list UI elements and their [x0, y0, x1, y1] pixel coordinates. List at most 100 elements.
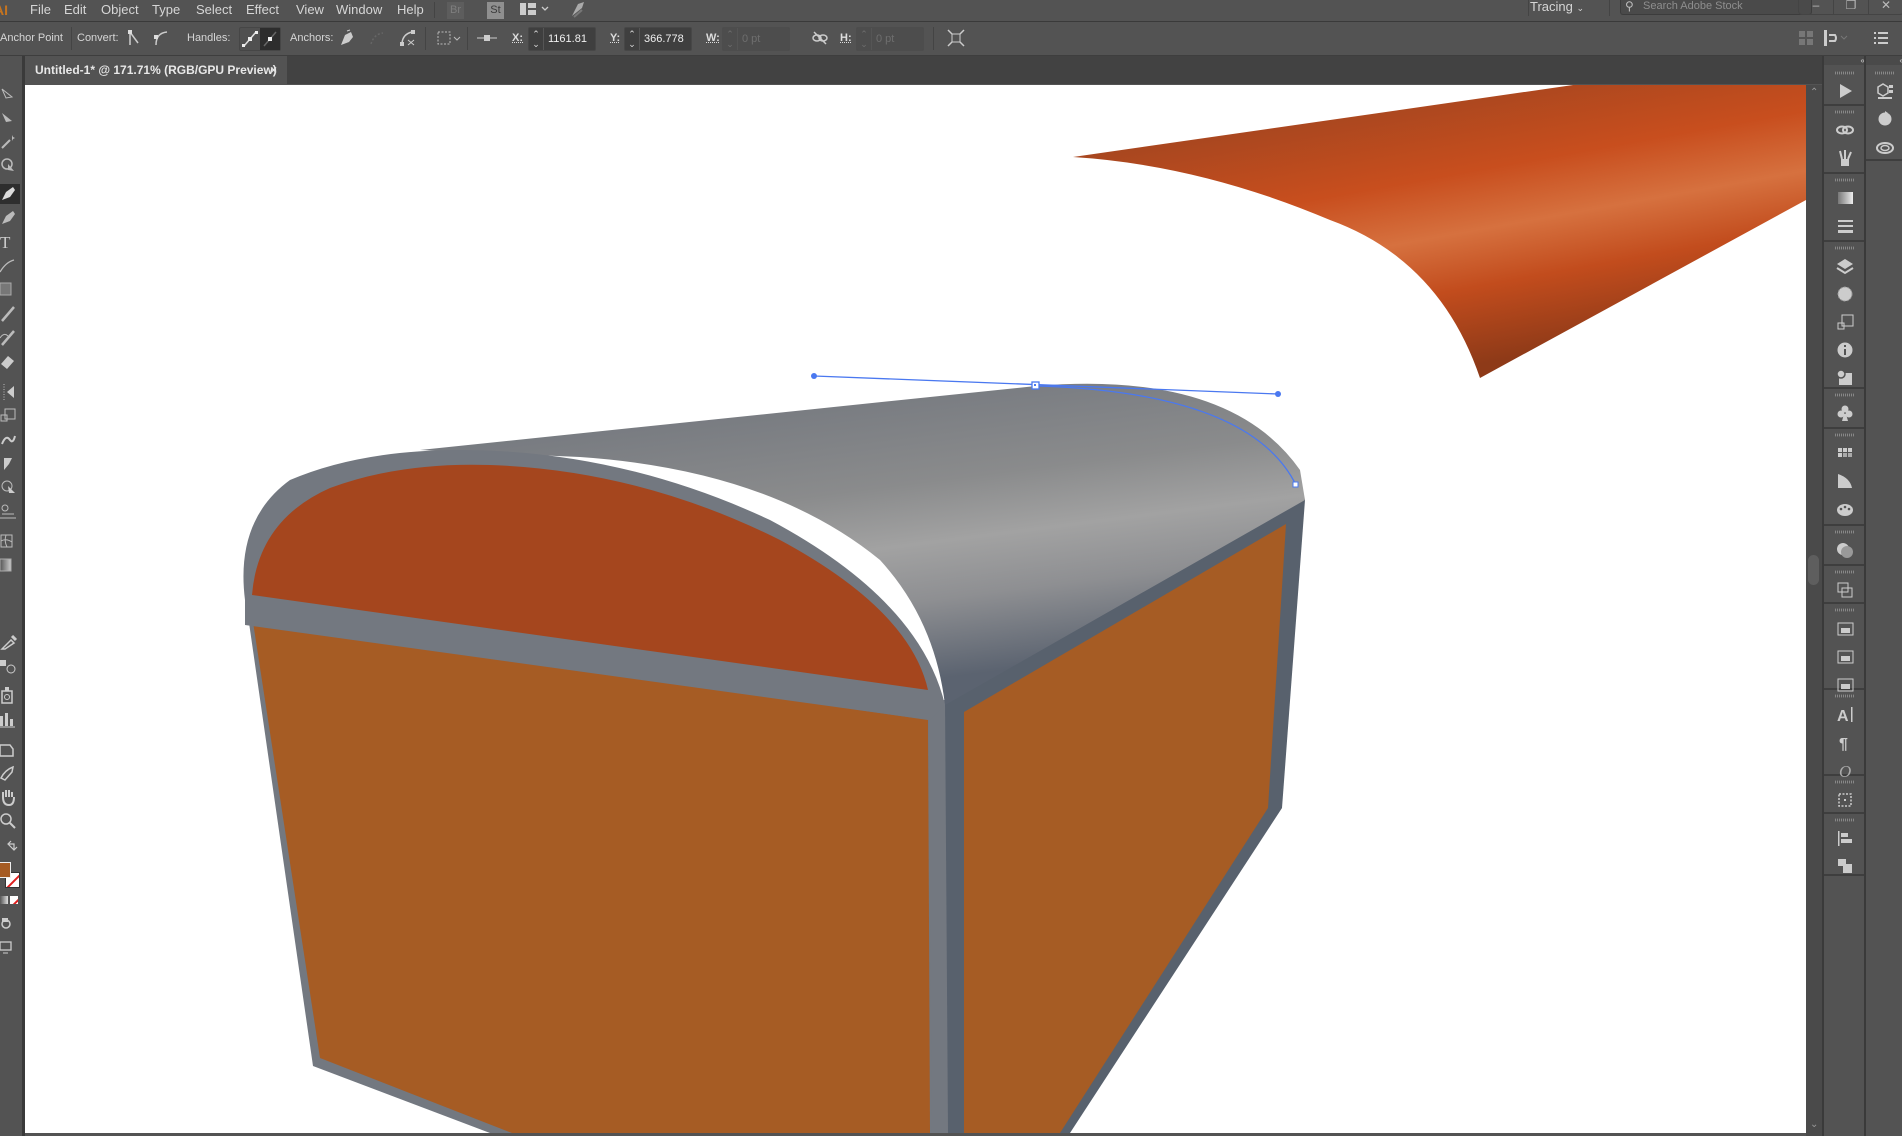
menu-select[interactable]: Select: [196, 0, 232, 21]
convert-to-smooth-button[interactable]: [152, 29, 170, 47]
tool-shaper[interactable]: [0, 328, 20, 348]
tool-direct-selection[interactable]: [0, 110, 20, 130]
width-field[interactable]: ⌃ ⌄ 0 pt: [722, 27, 790, 51]
swap-colors-button[interactable]: [0, 840, 20, 860]
artboard-canvas[interactable]: [25, 85, 1806, 1133]
menu-edit[interactable]: Edit: [64, 0, 86, 21]
convert-to-corner-button[interactable]: [124, 29, 142, 47]
tool-slice[interactable]: [0, 764, 20, 784]
panel-symbols[interactable]: [1824, 399, 1865, 427]
x-field[interactable]: ⌃⌄ 1161.81 pt: [528, 27, 596, 67]
grip-icon[interactable]: [1834, 433, 1855, 437]
direction-handle-right[interactable]: [1275, 391, 1281, 397]
panel-info[interactable]: [1824, 336, 1865, 364]
grip-icon[interactable]: [1834, 780, 1855, 784]
menu-object[interactable]: Object: [101, 0, 139, 21]
tool-scale[interactable]: [0, 406, 20, 426]
connect-endpoints-button[interactable]: [368, 29, 386, 47]
panel-transparency[interactable]: [1824, 536, 1865, 564]
panel-menu-button[interactable]: [1872, 29, 1890, 47]
transform-reference-button[interactable]: [476, 29, 498, 47]
grip-icon[interactable]: [1875, 71, 1895, 75]
panel-character[interactable]: A: [1824, 700, 1865, 728]
isolate-selected-button[interactable]: [436, 29, 464, 47]
vertical-scrollbar[interactable]: ⌃ ⌄: [1806, 85, 1822, 1136]
remove-anchor-button[interactable]: [338, 29, 356, 47]
panel-sync[interactable]: [1866, 105, 1902, 133]
panel-gradient[interactable]: [1824, 184, 1865, 212]
grip-icon[interactable]: [1834, 246, 1855, 250]
panel-image-trace[interactable]: [1824, 364, 1865, 392]
tool-hand[interactable]: [0, 788, 20, 808]
document-tab[interactable]: Untitled-1* @ 171.71% (RGB/GPU Preview) …: [25, 56, 287, 84]
gpu-performance-button[interactable]: [568, 1, 588, 19]
curled-orange-shape[interactable]: [1073, 85, 1806, 378]
tool-lasso[interactable]: [0, 156, 20, 176]
grip-icon[interactable]: [1834, 393, 1855, 397]
workspace-switcher[interactable]: Tracing ⌄: [1530, 0, 1584, 21]
panel-brushes[interactable]: [1824, 144, 1865, 172]
tool-zoom[interactable]: [0, 812, 20, 832]
stock-search-input[interactable]: ⚲ Search Adobe Stock: [1620, 0, 1812, 15]
y-value[interactable]: 366.778 pt: [640, 28, 691, 67]
panel-creative-cloud[interactable]: [1866, 133, 1902, 161]
panel-stroke[interactable]: [1824, 212, 1865, 240]
panel-pathfinder-2[interactable]: [1824, 852, 1865, 880]
tool-puppet-warp[interactable]: [0, 454, 20, 474]
show-handles-button[interactable]: [240, 28, 260, 50]
tool-magic-wand[interactable]: [0, 132, 20, 152]
direction-handle-left[interactable]: [811, 373, 817, 379]
menu-help[interactable]: Help: [397, 0, 424, 21]
grip-icon[interactable]: [1834, 530, 1855, 534]
menu-file[interactable]: File: [30, 0, 51, 21]
scrollbar-thumb[interactable]: [1808, 555, 1819, 585]
panel-color[interactable]: [1824, 495, 1865, 523]
tool-column-graph[interactable]: [0, 710, 20, 730]
tool-shape-builder[interactable]: [0, 478, 20, 498]
gradient-mode-button[interactable]: [0, 896, 8, 904]
grip-icon[interactable]: [1834, 110, 1855, 114]
cut-path-button[interactable]: [399, 29, 417, 47]
panel-links[interactable]: [1824, 116, 1865, 144]
tool-pen[interactable]: [0, 184, 20, 204]
height-field[interactable]: ⌃ ⌄ 0 pt: [856, 27, 924, 51]
grip-icon[interactable]: [1834, 71, 1855, 75]
tool-blend[interactable]: [0, 656, 20, 676]
tool-curvature[interactable]: [0, 208, 20, 228]
grip-icon[interactable]: [1834, 570, 1855, 574]
menu-effect[interactable]: Effect: [246, 0, 279, 21]
tool-warp[interactable]: [0, 430, 20, 450]
scroll-down-icon[interactable]: ⌄: [1810, 1119, 1818, 1130]
panel-paragraph[interactable]: ¶: [1824, 728, 1865, 756]
tool-perspective-grid[interactable]: [0, 502, 20, 522]
grip-icon[interactable]: [1834, 178, 1855, 182]
height-value[interactable]: 0 pt: [872, 28, 923, 50]
grid-toggle-button[interactable]: [1797, 29, 1815, 47]
close-window-button[interactable]: ✕: [1869, 0, 1902, 14]
bridge-button[interactable]: Br: [447, 2, 464, 19]
panel-libraries[interactable]: [1824, 614, 1865, 642]
panel-align[interactable]: [1824, 824, 1865, 852]
screen-mode-button[interactable]: [0, 938, 20, 958]
restore-button[interactable]: ❐: [1834, 0, 1869, 14]
panel-artboards[interactable]: [1824, 786, 1865, 814]
menu-window[interactable]: Window: [336, 0, 382, 21]
tool-paintbrush[interactable]: [0, 304, 20, 324]
tool-rectangle[interactable]: [0, 280, 20, 300]
grip-icon[interactable]: [1834, 608, 1855, 612]
panel-swatches[interactable]: [1824, 439, 1865, 467]
collapse-dock-button[interactable]: «: [1824, 56, 1865, 65]
tool-selection[interactable]: [0, 86, 20, 106]
tool-eyedropper[interactable]: [0, 632, 20, 652]
panel-transform[interactable]: [1824, 308, 1865, 336]
width-value[interactable]: 0 pt: [738, 28, 789, 50]
grip-icon[interactable]: [1834, 818, 1855, 822]
grip-icon[interactable]: [1834, 694, 1855, 698]
menu-view[interactable]: View: [296, 0, 324, 21]
arrange-documents-button[interactable]: [520, 2, 550, 18]
collapse-dock-button[interactable]: «: [1866, 56, 1902, 65]
height-stepper[interactable]: ⌃ ⌄: [857, 28, 872, 50]
menu-type[interactable]: Type: [152, 0, 180, 21]
close-tab-button[interactable]: ×: [270, 56, 277, 84]
align-options-button[interactable]: [1823, 29, 1849, 47]
